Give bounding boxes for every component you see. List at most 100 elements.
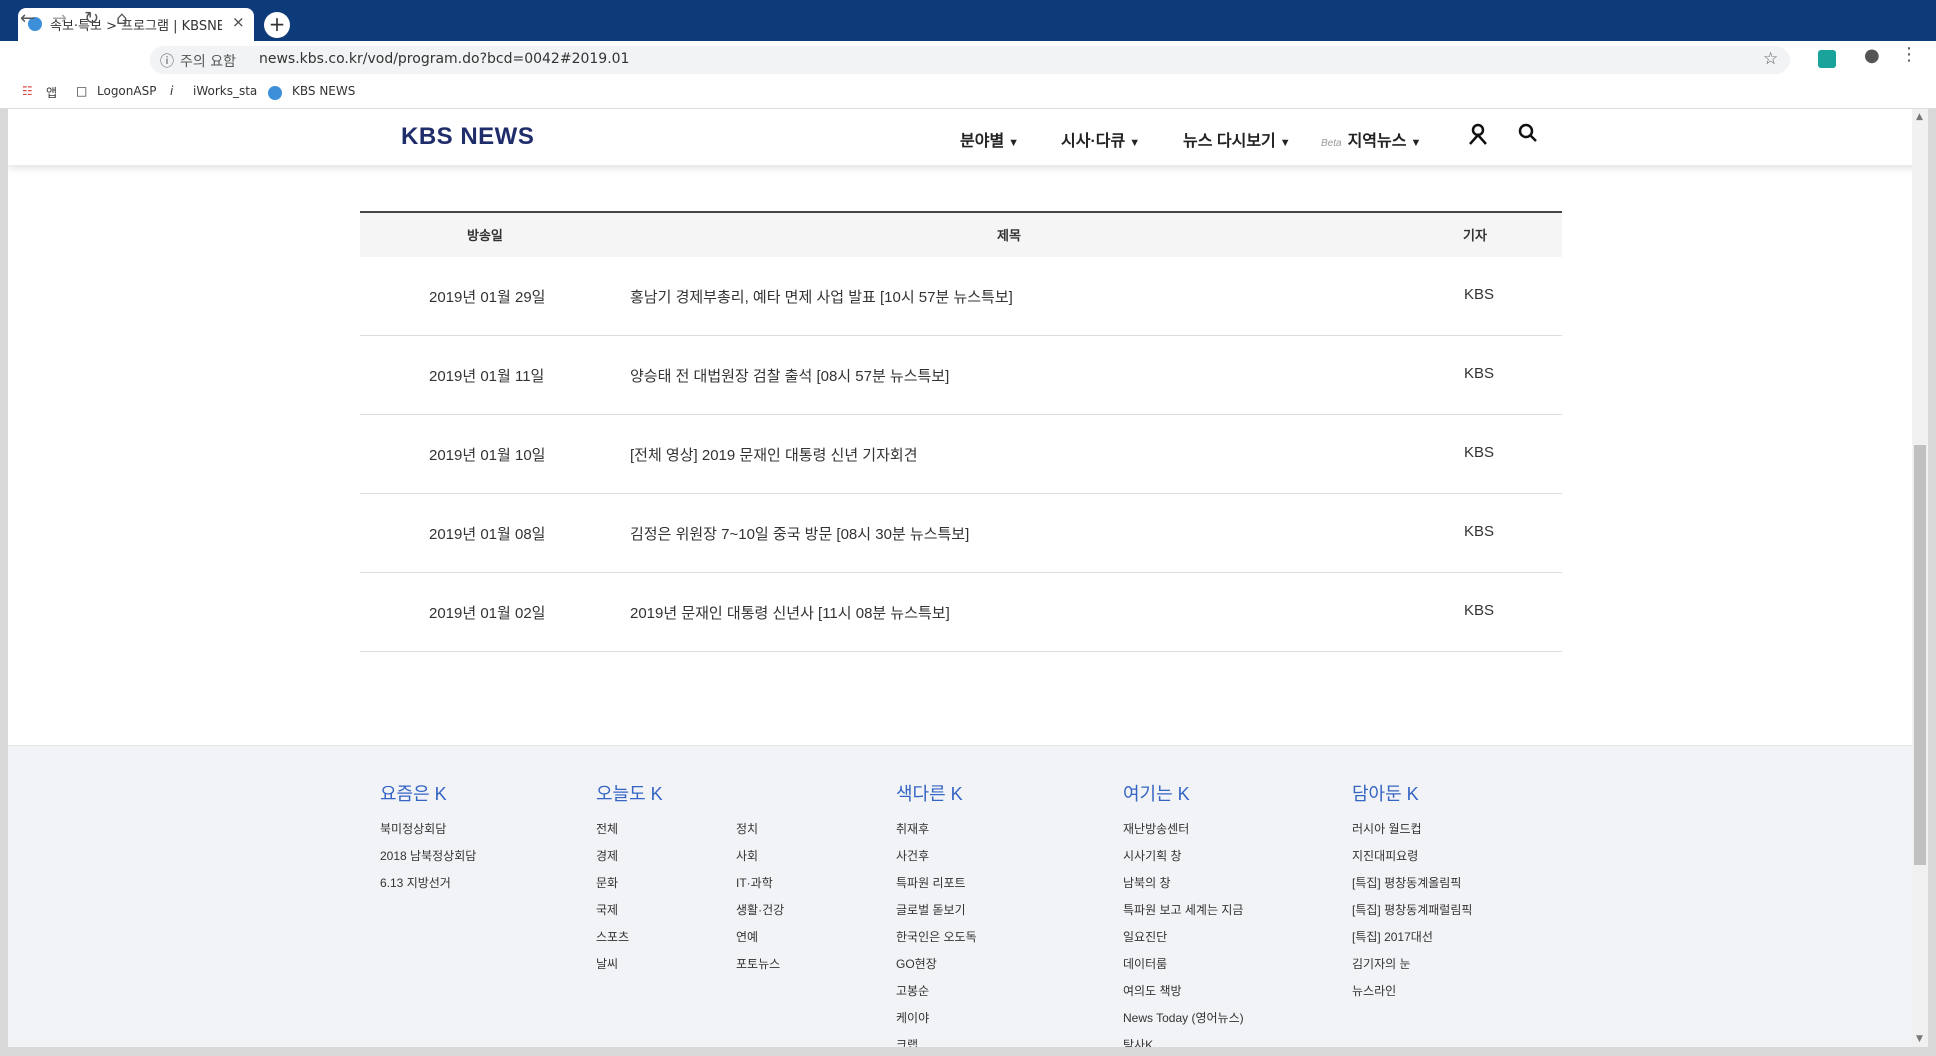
close-tab-icon[interactable]: × [232,13,245,31]
page-viewport: KBS NEWS 분야별 ▼ 시사·다큐 ▼ 뉴스 다시보기 ▼ Beta 지역뉴스 ▼ … [8,109,1920,1047]
footer-link[interactable]: IT·과학 [736,874,773,891]
tab-title: 속보·특보 > 프로그램 | KBSNEWS [50,19,222,34]
footer-link[interactable]: [특집] 2017대선 [1352,928,1433,945]
nav-category[interactable]: 분야별 ▼ [960,127,1019,151]
row-title-link[interactable]: 양승태 전 대법원장 검찰 출석 [08시 57분 뉴스특보] [630,365,949,386]
site-footer: 요즘은 K 북미정상회담 2018 남북정상회담 6.13 지방선거 오늘도 K… [8,745,1920,1047]
extension-icon[interactable] [1818,50,1836,68]
back-icon[interactable]: ← [20,8,35,29]
bookmark-kbs-news[interactable]: KBS NEWS [292,84,355,98]
footer-heading[interactable]: 색다른 K [896,780,963,806]
footer-link[interactable]: 2018 남북정상회담 [380,847,476,864]
bookmark-logonasp[interactable]: LogonASP [97,84,156,98]
kbs-bookmark-icon [268,86,282,100]
footer-link[interactable]: 뉴스라인 [1352,982,1396,999]
footer-heading[interactable]: 오늘도 K [596,780,663,806]
footer-link[interactable]: 스포츠 [596,928,629,945]
table-row[interactable]: 2019년 01월 08일 김정은 위원장 7~10일 중국 방문 [08시 3… [360,494,1562,573]
search-icon[interactable] [1518,123,1538,150]
row-title-link[interactable]: 2019년 문재인 대통령 신년사 [11시 08분 뉴스특보] [630,602,950,623]
row-reporter: KBS [1464,444,1495,461]
row-title-link[interactable]: [전체 영상] 2019 문재인 대통령 신년 기자회견 [630,444,918,465]
footer-link[interactable]: 사회 [736,847,758,864]
row-date: 2019년 01월 29일 [429,289,546,306]
footer-link[interactable]: [특집] 평창동계올림픽 [1352,874,1461,891]
footer-link[interactable]: 한국인은 오도독 [896,928,977,945]
nav-current-affairs[interactable]: 시사·다큐 ▼ [1061,127,1140,151]
scrollbar-thumb[interactable] [1914,445,1926,865]
row-date: 2019년 01월 08일 [429,526,546,543]
forward-icon[interactable]: → [52,8,67,29]
footer-link[interactable]: 고봉순 [896,982,929,999]
footer-link[interactable]: 사건후 [896,847,929,864]
row-title-link[interactable]: 홍남기 경제부총리, 예타 면제 사업 발표 [10시 57분 뉴스특보] [630,286,1013,307]
footer-heading[interactable]: 여기는 K [1123,780,1190,806]
footer-link[interactable]: 재난방송센터 [1123,820,1189,837]
footer-link[interactable]: 경제 [596,847,618,864]
footer-link[interactable]: 정치 [736,820,758,837]
table-row[interactable]: 2019년 01월 02일 2019년 문재인 대통령 신년사 [11시 08분… [360,573,1562,652]
footer-link[interactable]: 글로벌 돋보기 [896,901,966,918]
footer-link[interactable]: 전체 [596,820,618,837]
footer-link[interactable]: GO현장 [896,955,937,972]
footer-link[interactable]: News Today (영어뉴스) [1123,1009,1244,1026]
iworks-icon: i [170,84,174,98]
nav-local-news[interactable]: Beta 지역뉴스 ▼ [1321,127,1421,151]
footer-link[interactable]: 여의도 책방 [1123,982,1182,999]
footer-link[interactable]: 국제 [596,901,618,918]
bookmark-iworks[interactable]: iWorks_sta [193,84,257,98]
footer-link[interactable]: 케이야 [896,1009,929,1026]
footer-link[interactable]: 일요진단 [1123,928,1167,945]
footer-link[interactable]: 날씨 [596,955,618,972]
footer-link[interactable]: 김기자의 눈 [1352,955,1411,972]
nav-replay-label: 뉴스 다시보기 [1183,133,1276,150]
page-icon: □ [76,84,88,98]
table-row[interactable]: 2019년 01월 11일 양승태 전 대법원장 검찰 출석 [08시 57분 … [360,336,1562,415]
info-icon[interactable]: ⓘ [160,51,174,71]
table-row[interactable]: 2019년 01월 10일 [전체 영상] 2019 문재인 대통령 신년 기자… [360,415,1562,494]
user-icon[interactable] [1468,123,1488,150]
kbs-news-logo[interactable]: KBS NEWS [401,123,534,151]
nav-replay[interactable]: 뉴스 다시보기 ▼ [1183,127,1291,151]
apps-icon[interactable]: ☷ [22,84,33,98]
new-tab-button[interactable]: + [264,12,290,38]
scroll-down-icon[interactable]: ▼ [1916,1034,1923,1044]
profile-icon[interactable]: ● [1864,45,1880,66]
home-icon[interactable]: ⌂ [116,8,127,29]
footer-link[interactable]: 문화 [596,874,618,891]
url-text[interactable]: news.kbs.co.kr/vod/program.do?bcd=0042#2… [259,51,629,67]
bookmark-apps[interactable]: 앱 [46,84,57,101]
scroll-up-icon[interactable]: ▲ [1916,112,1923,122]
footer-link[interactable]: 특파원 리포트 [896,874,966,891]
footer-link[interactable]: 6.13 지방선거 [380,874,451,891]
footer-heading[interactable]: 요즘은 K [380,780,447,806]
footer-link[interactable]: 북미정상회담 [380,820,446,837]
row-reporter: KBS [1464,523,1495,540]
nav-local-news-label: 지역뉴스 [1347,133,1407,150]
footer-link[interactable]: 크랩 [896,1036,918,1047]
footer-link[interactable]: 포토뉴스 [736,955,780,972]
column-date: 방송일 [467,229,503,244]
row-reporter: KBS [1464,365,1495,382]
footer-link[interactable]: 취재후 [896,820,929,837]
footer-link[interactable]: 특파원 보고 세계는 지금 [1123,901,1243,918]
footer-link[interactable]: 연예 [736,928,758,945]
footer-link[interactable]: 남북의 창 [1123,874,1171,891]
caret-down-icon: ▼ [1279,137,1291,149]
nav-category-label: 분야별 [960,133,1005,150]
footer-link[interactable]: [특집] 평창동계패럴림픽 [1352,901,1472,918]
menu-icon[interactable]: ⋮ [1900,44,1918,65]
footer-heading[interactable]: 담아둔 K [1352,780,1419,806]
footer-link[interactable]: 탐사K [1123,1036,1153,1047]
row-title-link[interactable]: 김정은 위원장 7~10일 중국 방문 [08시 30분 뉴스특보] [630,523,969,544]
footer-link[interactable]: 데이터룸 [1123,955,1167,972]
footer-link[interactable]: 지진대피요령 [1352,847,1418,864]
table-row[interactable]: 2019년 01월 29일 홍남기 경제부총리, 예타 면제 사업 발표 [10… [360,257,1562,336]
table-header: 방송일 제목 기자 [360,211,1562,257]
footer-link[interactable]: 생활·건강 [736,901,784,918]
footer-link[interactable]: 러시아 월드컵 [1352,820,1422,837]
footer-link[interactable]: 시사기획 창 [1123,847,1182,864]
bookmark-star-icon[interactable]: ☆ [1763,49,1778,69]
address-bar[interactable]: ⓘ 주의 요함 news.kbs.co.kr/vod/program.do?bc… [150,46,1790,74]
reload-icon[interactable]: ↻ [84,8,99,29]
